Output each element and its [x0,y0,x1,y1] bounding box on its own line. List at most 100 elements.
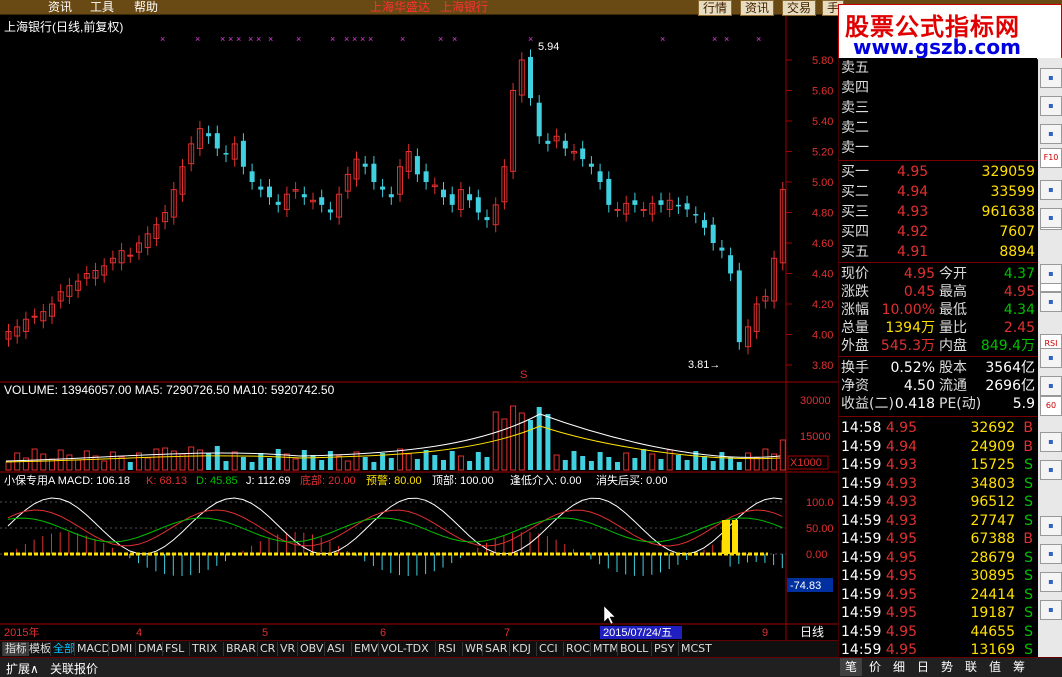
menu-tools[interactable]: 工具 [90,0,114,14]
indicator-tab[interactable]: FSL [162,642,186,656]
quote-value: 10.00% [881,302,935,318]
indicator-tab[interactable]: VR [277,642,297,656]
tick-volume: 34803 [970,475,1015,492]
toolbar-icon[interactable]: ▪ [1040,572,1062,592]
menu-stock-link-1[interactable]: 上海华盛达 [370,0,430,14]
price-tick-label: 5.00 [812,177,833,189]
indicator-tab[interactable]: 模板 [26,642,53,656]
panel-tab[interactable]: 价 [864,658,886,676]
toolbar-icon[interactable]: ▪ [1040,292,1062,312]
fundamentals-label: 净资 [841,378,869,394]
candle-down [319,197,325,205]
quote-button[interactable]: 行情 [698,0,733,16]
kline-chart[interactable]: 上海银行(日线,前复权) 5.80 5.60 5.40 5.20 5.00 4.80 4.60… [0,16,838,640]
candle-down [449,194,455,205]
indicator-tab[interactable]: CCI [536,642,560,656]
news-button[interactable]: 资讯 [740,0,775,16]
indicator-tab[interactable]: BOLL [617,642,650,656]
toolbar-icon[interactable]: ▪ [1040,600,1062,620]
fundamentals-label: 收益(二) [841,396,894,412]
tick-volume: 96512 [970,494,1015,510]
indicator-tab[interactable]: MCST [678,642,714,656]
indicator-tab[interactable]: KDJ [509,642,533,656]
volume-bar-down [319,460,325,470]
panel-tab[interactable]: 筹 [1008,658,1030,676]
indicator-tab[interactable]: DMA [135,642,166,656]
indicator-tab[interactable]: CR [257,642,277,656]
sell-level-row: 卖五 [839,58,1037,78]
toolbar-icon[interactable]: ▪ [1040,460,1062,480]
volume-bar-down [441,460,446,470]
toolbar-icon[interactable]: ▪ [1040,96,1062,116]
expand-button[interactable]: 扩展∧ [6,660,39,677]
panel-tab[interactable]: 日 [912,658,934,676]
indicator-tab[interactable]: VOL-TDX [378,642,431,656]
fundamentals-value: 3564亿 [985,360,1035,376]
toolbar-icon[interactable]: ▪ [1040,208,1062,228]
toolbar-icon[interactable]: ▪ [1040,124,1062,144]
toolbar-icon[interactable]: ▪ [1040,376,1062,396]
related-quote-button[interactable]: 关联报价 [50,660,98,677]
panel-tab[interactable]: 值 [984,658,1006,676]
indicator-tab[interactable]: RSI [435,642,458,656]
signal-marker: × [248,34,253,44]
indicator-tab-bar: 指标 模板 全部 MACD DMI DMA FSL TRIX BRAR CR VR OBV ASI EMV… [0,640,838,657]
volume-bar-down [275,449,281,470]
volume-header: VOLUME: 13946057.00 MA5: 7290726.50 MA10… [4,383,335,397]
price-tick-label: 5.80 [812,55,833,67]
tick-time: 14:59 [841,623,882,640]
indicator-tab[interactable]: BRAR [223,642,258,656]
toolbar-icon[interactable]: ▪ [1040,432,1062,452]
toolbar-icon[interactable]: ▪ [1040,544,1062,564]
panel-tab[interactable]: 笔 [840,658,862,676]
volume-bar-down [658,459,664,470]
trade-button[interactable]: 交易 [782,0,817,16]
indicator-tab[interactable]: ASI [324,642,347,656]
volume-bar-down [267,458,272,470]
toolbar-icon[interactable]: ▪ [1040,68,1062,88]
indicator-tab[interactable]: MACD [74,642,112,656]
period-label: 日线 [800,625,824,639]
menu-help[interactable]: 帮助 [134,0,158,14]
tick-row: 14:59 4.95 44655 S [839,622,1037,642]
volume-bar-down [475,452,481,470]
tick-side: S [1024,475,1033,492]
indicator-tab[interactable]: SAR [482,642,509,656]
sell-level-row: 卖二 [839,118,1037,138]
quote-label: 现价 [841,266,869,282]
toolbar-icon[interactable]: ▪ [1040,348,1062,368]
tool-strip: F10F2SKDRSI60▪▪▪▪▪▪▪▪▪▪▪▪▪▪▪ [1038,58,1062,658]
indicator-tab[interactable]: 全部 [50,642,77,656]
indicator-tab[interactable]: EMV [351,642,380,656]
tick-time: 14:59 [841,568,882,584]
indicator-tab[interactable]: ROC [563,642,592,656]
panel-tab[interactable]: 联 [960,658,982,676]
panel-tab[interactable]: 细 [888,658,910,676]
indicator-tab[interactable]: TRIX [189,642,219,656]
indicator-tab[interactable]: 指标 [2,642,29,656]
period-60-tool-icon[interactable]: 60 [1040,396,1062,416]
sell-level-label: 卖三 [841,100,869,116]
book-separator [839,160,1037,161]
indicator-value: -74.83 [790,580,821,592]
toolbar-icon[interactable]: ▪ [1040,516,1062,536]
quote-label: 量比 [939,320,967,336]
toolbar-icon[interactable]: ▪ [1040,180,1062,200]
menu-info[interactable]: 资讯 [48,0,72,14]
tick-time: 14:59 [841,605,882,621]
indicator-tab[interactable]: OBV [297,642,325,656]
quote-row: 外盘 545.3万 内盘 849.4万 [839,336,1037,356]
menu-stock-link-2[interactable]: 上海银行 [440,0,488,14]
toolbar-icon[interactable]: ▪ [1040,264,1062,284]
tick-side: B [1023,420,1033,436]
f10-tool-icon[interactable]: F10 [1040,148,1062,168]
indicator-tab[interactable]: DMI [108,642,134,656]
panel-tab[interactable]: 势 [936,658,958,676]
volume-bar-down [414,459,420,470]
indicator-tab[interactable]: PSY [651,642,676,656]
indicator-header: 小保专用A MACD: 106.18 K: 68.13 D: 45.85 J: 112… [4,473,668,487]
candle-down [223,153,229,155]
candle-down [693,214,699,216]
tick-price: 4.93 [885,475,917,492]
volume-bar-down [127,462,133,470]
